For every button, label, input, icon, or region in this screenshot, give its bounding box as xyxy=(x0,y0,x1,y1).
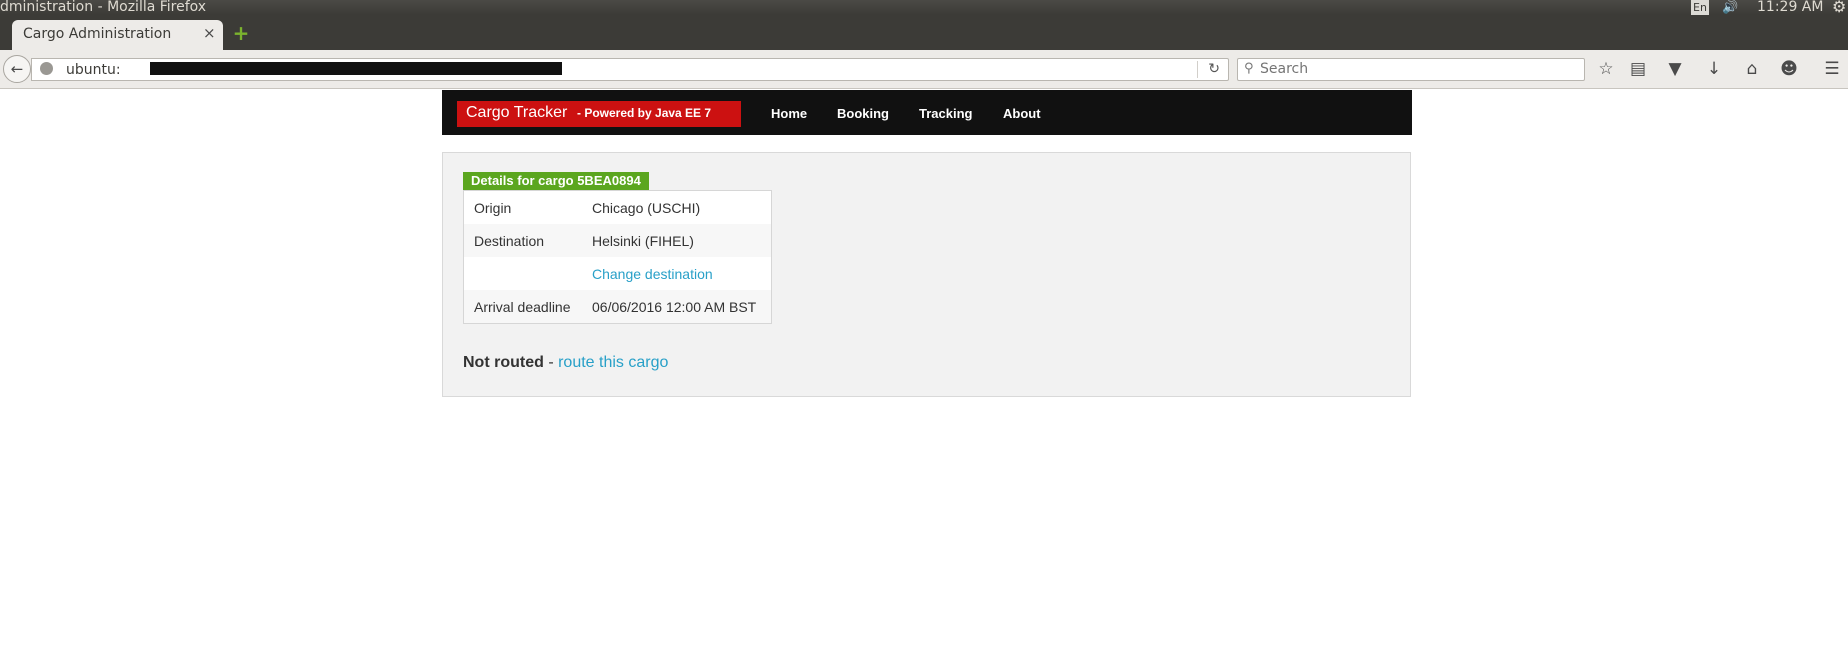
table-row: Origin Chicago (USCHI) xyxy=(464,191,772,225)
keyboard-language-indicator[interactable]: En xyxy=(1691,0,1709,15)
tab-cargo-administration[interactable]: Cargo Administration × xyxy=(12,20,223,50)
route-cargo-link[interactable]: route this cargo xyxy=(558,354,668,371)
page-content: Cargo Tracker - Powered by Java EE 7 Hom… xyxy=(0,89,1848,672)
brand-tagline: - Powered by Java EE 7 xyxy=(577,106,712,120)
navigation-toolbar: ← ubuntu: ↻ ⚲ ☆ ▤ ▼ ↓ ⌂ ☻ ☰ xyxy=(0,50,1848,89)
search-input[interactable] xyxy=(1260,60,1560,78)
change-destination-link[interactable]: Change destination xyxy=(592,266,713,282)
clock[interactable]: 11:29 AM xyxy=(1757,0,1823,15)
brand-name: Cargo Tracker xyxy=(466,104,568,121)
new-tab-icon[interactable]: + xyxy=(232,23,250,43)
arrival-deadline-value: 06/06/2016 12:00 AM BST xyxy=(582,290,772,324)
nav-tracking[interactable]: Tracking xyxy=(919,106,972,121)
change-destination-cell: Change destination xyxy=(582,257,772,290)
home-icon[interactable]: ⌂ xyxy=(1741,58,1763,80)
site-header: Cargo Tracker - Powered by Java EE 7 Hom… xyxy=(442,90,1412,135)
star-icon[interactable]: ☆ xyxy=(1595,58,1617,80)
origin-value: Chicago (USCHI) xyxy=(592,199,701,216)
address-bar[interactable]: ubuntu: ↻ xyxy=(31,58,1229,81)
window-title: dministration - Mozilla Firefox xyxy=(0,0,207,15)
destination-label: Destination xyxy=(463,224,582,257)
redacted-url xyxy=(150,62,562,75)
volume-icon[interactable]: 🔊 xyxy=(1722,0,1738,15)
search-box[interactable]: ⚲ xyxy=(1237,58,1585,81)
nav-home[interactable]: Home xyxy=(771,106,807,121)
cargo-details-table: Origin Chicago (USCHI) Destination Helsi… xyxy=(463,190,772,324)
table-row: Change destination xyxy=(464,257,772,290)
destination-value: Helsinki (FIHEL) xyxy=(582,224,772,257)
routing-status: Not routed - route this cargo xyxy=(463,354,668,372)
menu-icon[interactable]: ☰ xyxy=(1821,58,1843,80)
reading-list-icon[interactable]: ▤ xyxy=(1627,58,1649,80)
back-icon[interactable]: ← xyxy=(3,55,31,83)
tab-strip: Cargo Administration × + xyxy=(0,15,1848,50)
origin-label: Origin xyxy=(474,199,512,216)
globe-icon[interactable] xyxy=(40,62,53,75)
brand-logo[interactable]: Cargo Tracker - Powered by Java EE 7 xyxy=(457,101,741,127)
search-icon: ⚲ xyxy=(1244,61,1254,76)
tab-label: Cargo Administration xyxy=(23,26,172,42)
chat-icon[interactable]: ☻ xyxy=(1778,58,1800,80)
close-icon[interactable]: × xyxy=(203,24,216,42)
reload-icon[interactable]: ↻ xyxy=(1208,61,1220,77)
empty-cell xyxy=(464,257,583,290)
routing-separator: - xyxy=(543,354,559,371)
cargo-details-panel: Details for cargo 5BEA0894 Origin Chicag… xyxy=(442,152,1411,397)
arrival-deadline-label: Arrival deadline xyxy=(463,290,582,324)
gear-icon[interactable]: ⚙ xyxy=(1832,0,1846,15)
pocket-icon[interactable]: ▼ xyxy=(1664,58,1686,80)
nav-booking[interactable]: Booking xyxy=(837,106,889,121)
window-titlebar: dministration - Mozilla Firefox En 🔊 11:… xyxy=(0,0,1848,15)
details-caption: Details for cargo 5BEA0894 xyxy=(463,172,649,190)
nav-about[interactable]: About xyxy=(1003,106,1041,121)
url-text[interactable]: ubuntu: xyxy=(66,62,121,78)
table-row: Arrival deadline 06/06/2016 12:00 AM BST xyxy=(463,290,772,324)
table-row: Destination Helsinki (FIHEL) xyxy=(463,224,772,257)
download-icon[interactable]: ↓ xyxy=(1703,58,1725,80)
routing-status-label: Not routed xyxy=(463,354,544,371)
urlbar-separator xyxy=(1197,61,1198,78)
